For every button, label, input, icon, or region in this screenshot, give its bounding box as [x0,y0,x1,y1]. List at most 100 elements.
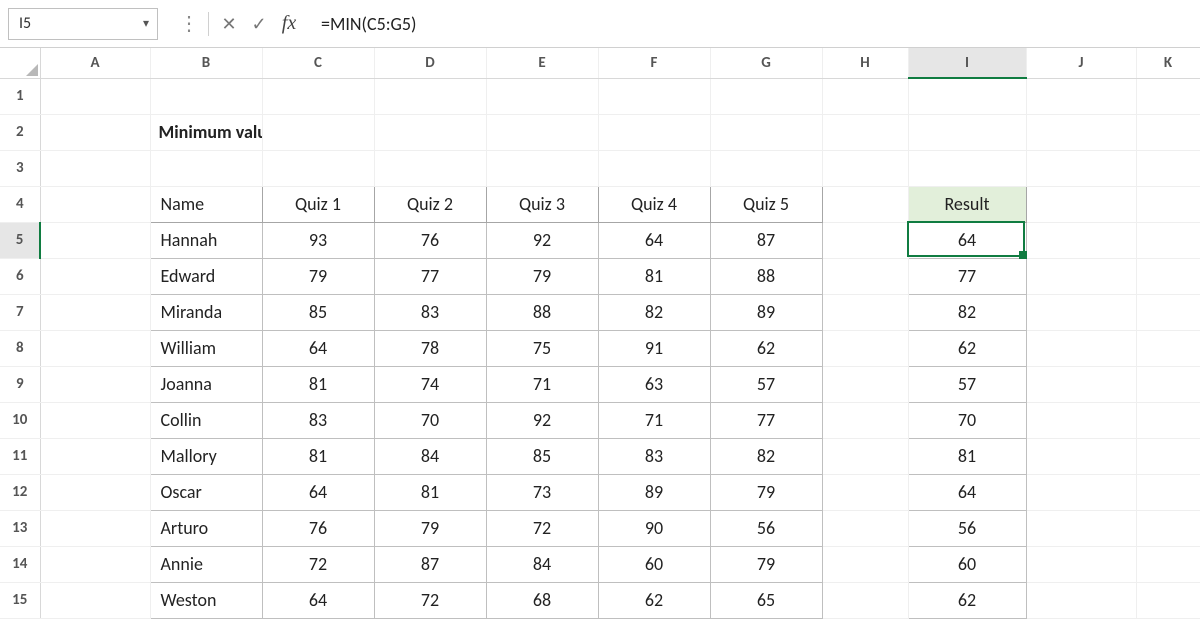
cell-G1[interactable] [710,78,822,114]
cell-A13[interactable] [40,510,150,546]
quiz-cell[interactable]: 68 [486,582,598,618]
quiz-cell[interactable]: 76 [262,510,374,546]
quiz-cell[interactable]: 89 [710,294,822,330]
name-cell[interactable]: Collin [150,402,262,438]
row-header-2[interactable]: 2 [0,114,40,150]
row-header-4[interactable]: 4 [0,186,40,222]
quiz-cell[interactable]: 62 [598,582,710,618]
quiz-cell[interactable]: 73 [486,474,598,510]
cell-C2[interactable] [262,114,374,150]
cell-J6[interactable] [1026,258,1136,294]
cell-J7[interactable] [1026,294,1136,330]
col-header-C[interactable]: C [262,48,374,78]
cell-K6[interactable] [1136,258,1200,294]
more-icon[interactable]: ⋮ [174,10,202,38]
cell-K3[interactable] [1136,150,1200,186]
cell-B3[interactable] [150,150,262,186]
cell-K9[interactable] [1136,366,1200,402]
row-header-15[interactable]: 15 [0,582,40,618]
cell-J4[interactable] [1026,186,1136,222]
name-cell[interactable]: William [150,330,262,366]
quiz-cell[interactable]: 83 [374,294,486,330]
cell-H12[interactable] [822,474,908,510]
cell-H9[interactable] [822,366,908,402]
col-header-J[interactable]: J [1026,48,1136,78]
cell-H15[interactable] [822,582,908,618]
cell-H3[interactable] [822,150,908,186]
cell-G2[interactable] [710,114,822,150]
cell-A2[interactable] [40,114,150,150]
quiz-cell[interactable]: 81 [374,474,486,510]
quiz-cell[interactable]: 82 [710,438,822,474]
cell-K7[interactable] [1136,294,1200,330]
cell-K1[interactable] [1136,78,1200,114]
row-header-9[interactable]: 9 [0,366,40,402]
spreadsheet-grid[interactable]: ABCDEFGHIJK12Minimum value34NameQuiz 1Qu… [0,48,1200,619]
cell-I3[interactable] [908,150,1026,186]
cell-F2[interactable] [598,114,710,150]
quiz-cell[interactable]: 85 [262,294,374,330]
result-cell[interactable]: 60 [908,546,1026,582]
row-header-7[interactable]: 7 [0,294,40,330]
quiz-cell[interactable]: 81 [262,438,374,474]
result-cell[interactable]: 81 [908,438,1026,474]
cell-K2[interactable] [1136,114,1200,150]
table-header[interactable]: Quiz 2 [374,186,486,222]
cell-D1[interactable] [374,78,486,114]
table-header[interactable]: Quiz 5 [710,186,822,222]
quiz-cell[interactable]: 62 [710,330,822,366]
quiz-cell[interactable]: 79 [710,474,822,510]
cell-E1[interactable] [486,78,598,114]
cell-K5[interactable] [1136,222,1200,258]
quiz-cell[interactable]: 79 [486,258,598,294]
cell-B1[interactable] [150,78,262,114]
cell-E2[interactable] [486,114,598,150]
cell-H1[interactable] [822,78,908,114]
cell-D2[interactable] [374,114,486,150]
quiz-cell[interactable]: 90 [598,510,710,546]
table-header[interactable]: Quiz 4 [598,186,710,222]
cell-A10[interactable] [40,402,150,438]
quiz-cell[interactable]: 93 [262,222,374,258]
title-cell[interactable]: Minimum value [150,114,262,150]
result-header[interactable]: Result [908,186,1026,222]
cell-A4[interactable] [40,186,150,222]
result-cell[interactable]: 64 [908,474,1026,510]
cell-C1[interactable] [262,78,374,114]
cell-A1[interactable] [40,78,150,114]
cell-J1[interactable] [1026,78,1136,114]
row-header-14[interactable]: 14 [0,546,40,582]
name-cell[interactable]: Annie [150,546,262,582]
name-cell[interactable]: Miranda [150,294,262,330]
cell-H5[interactable] [822,222,908,258]
quiz-cell[interactable]: 76 [374,222,486,258]
name-cell[interactable]: Weston [150,582,262,618]
result-cell[interactable]: 56 [908,510,1026,546]
col-header-F[interactable]: F [598,48,710,78]
quiz-cell[interactable]: 88 [710,258,822,294]
cell-A5[interactable] [40,222,150,258]
quiz-cell[interactable]: 79 [262,258,374,294]
cell-E3[interactable] [486,150,598,186]
result-cell[interactable]: 62 [908,330,1026,366]
cell-I1[interactable] [908,78,1026,114]
cell-J14[interactable] [1026,546,1136,582]
cell-I2[interactable] [908,114,1026,150]
quiz-cell[interactable]: 87 [374,546,486,582]
cell-K15[interactable] [1136,582,1200,618]
name-box[interactable]: I5 ▾ [8,8,158,40]
cell-D3[interactable] [374,150,486,186]
result-cell[interactable]: 77 [908,258,1026,294]
quiz-cell[interactable]: 64 [262,582,374,618]
col-header-G[interactable]: G [710,48,822,78]
cell-A7[interactable] [40,294,150,330]
cell-J11[interactable] [1026,438,1136,474]
quiz-cell[interactable]: 70 [374,402,486,438]
fx-icon[interactable]: fx [275,10,303,38]
col-header-H[interactable]: H [822,48,908,78]
cell-A12[interactable] [40,474,150,510]
accept-icon[interactable]: ✓ [245,10,273,38]
cell-J2[interactable] [1026,114,1136,150]
quiz-cell[interactable]: 64 [262,330,374,366]
quiz-cell[interactable]: 81 [598,258,710,294]
